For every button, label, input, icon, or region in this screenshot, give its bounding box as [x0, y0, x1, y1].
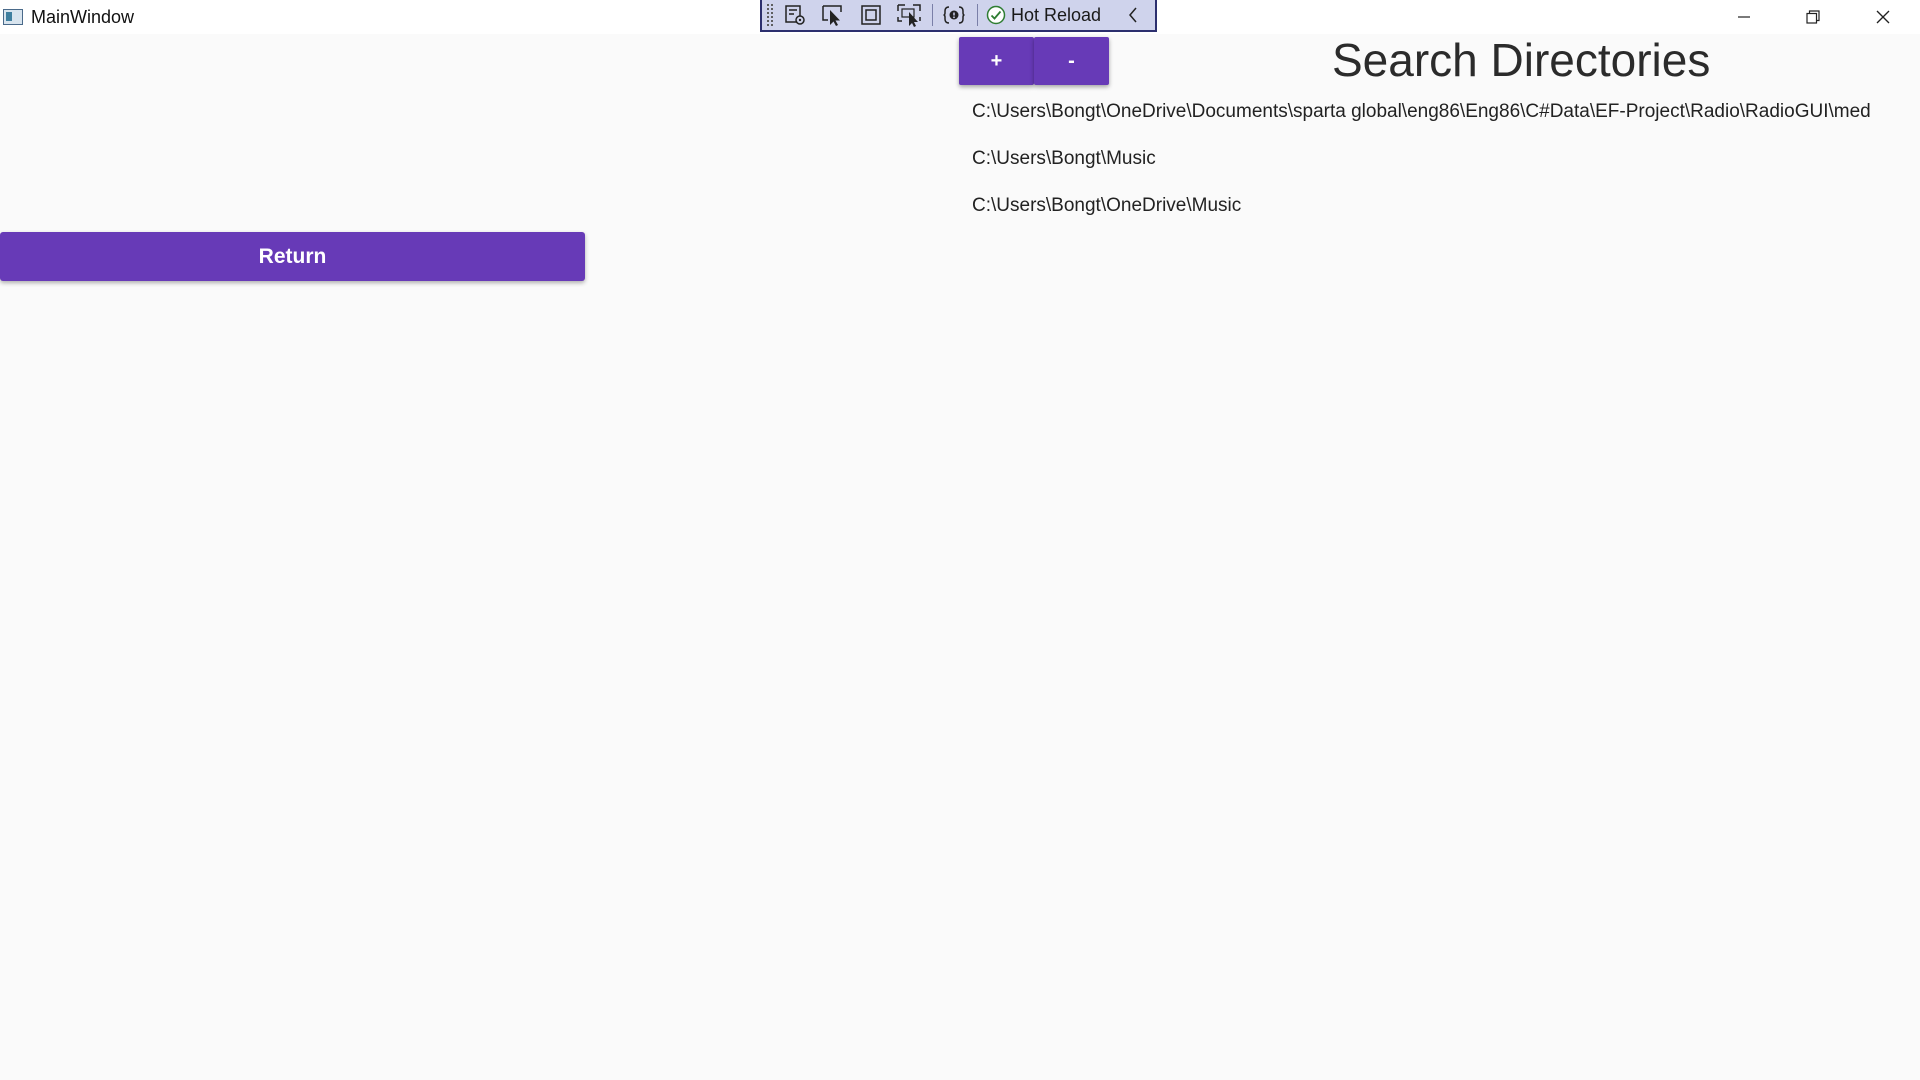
directory-list-item[interactable]: C:\Users\Bongt\OneDrive\Music [972, 192, 1920, 239]
live-visual-tree-icon [785, 5, 805, 25]
close-icon [1876, 10, 1890, 24]
minimize-button[interactable] [1709, 0, 1779, 34]
toolbar-separator [977, 4, 978, 26]
track-focus-button[interactable] [892, 1, 926, 29]
xaml-debug-toolbar: Hot Reload [760, 0, 1157, 32]
collapse-toolbar-button[interactable] [1123, 1, 1143, 29]
remove-directory-button[interactable]: - [1034, 37, 1109, 85]
main-window: MainWindow Hot Reload Return + - Search … [0, 0, 1920, 1080]
directory-list: C:\Users\Bongt\OneDrive\Documents\sparta… [972, 98, 1920, 239]
display-layout-adorners-icon [861, 5, 881, 25]
chevron-left-icon [1129, 7, 1137, 23]
live-visual-tree-button[interactable] [778, 1, 812, 29]
app-window-icon [3, 9, 23, 25]
toolbar-grip-handle[interactable] [766, 3, 774, 27]
close-button[interactable] [1848, 0, 1918, 34]
minimize-icon [1738, 16, 1750, 18]
track-focus-icon [897, 4, 921, 27]
return-button[interactable]: Return [0, 232, 585, 281]
binding-failures-button[interactable] [937, 1, 971, 29]
page-title: Search Directories [1332, 34, 1711, 86]
display-layout-adorners-button[interactable] [854, 1, 888, 29]
check-circle-icon [986, 5, 1006, 25]
hot-reload-label: Hot Reload [1011, 4, 1102, 25]
toolbar-separator [932, 4, 933, 26]
restore-icon [1806, 10, 1820, 24]
hot-reload-button[interactable]: Hot Reload [986, 1, 1101, 29]
directory-list-item[interactable]: C:\Users\Bongt\Music [972, 145, 1920, 192]
directory-list-item[interactable]: C:\Users\Bongt\OneDrive\Documents\sparta… [972, 98, 1920, 145]
select-element-button[interactable] [816, 1, 850, 29]
restore-button[interactable] [1778, 0, 1848, 34]
window-title: MainWindow [31, 7, 135, 27]
select-element-icon [822, 5, 842, 26]
add-directory-button[interactable]: + [959, 37, 1034, 85]
binding-failures-icon [943, 6, 965, 24]
